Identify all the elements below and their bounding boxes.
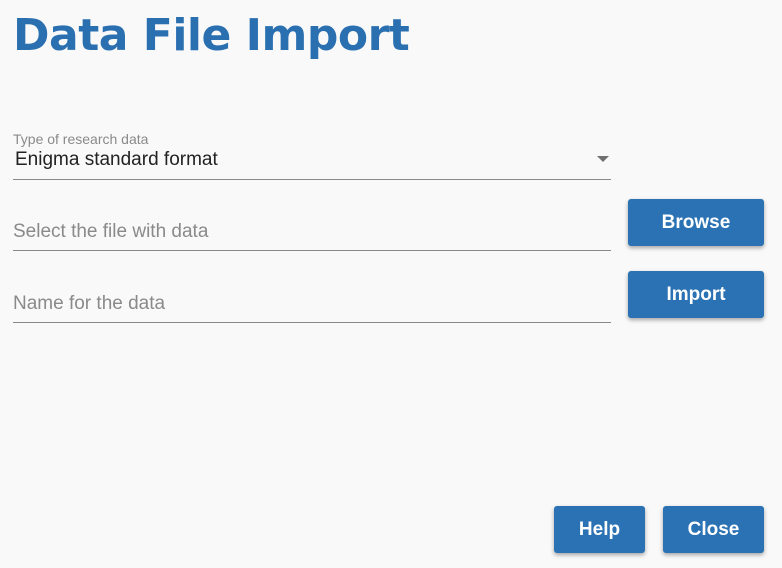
file-path-input[interactable] [13, 218, 609, 246]
data-file-import-page: Data File Import Type of research data E… [0, 0, 782, 568]
browse-button[interactable]: Browse [628, 199, 764, 246]
import-button[interactable]: Import [628, 271, 764, 318]
chevron-down-icon[interactable] [597, 156, 609, 162]
help-button[interactable]: Help [554, 506, 645, 553]
file-path-field [13, 208, 611, 251]
data-name-field [13, 280, 611, 323]
close-button[interactable]: Close [663, 506, 764, 553]
research-data-type-select[interactable]: Type of research data Enigma standard fo… [13, 130, 611, 180]
page-title: Data File Import [13, 10, 410, 61]
data-name-input[interactable] [13, 290, 609, 318]
research-data-type-value: Enigma standard format [15, 149, 218, 170]
research-data-type-caption: Type of research data [13, 131, 149, 147]
